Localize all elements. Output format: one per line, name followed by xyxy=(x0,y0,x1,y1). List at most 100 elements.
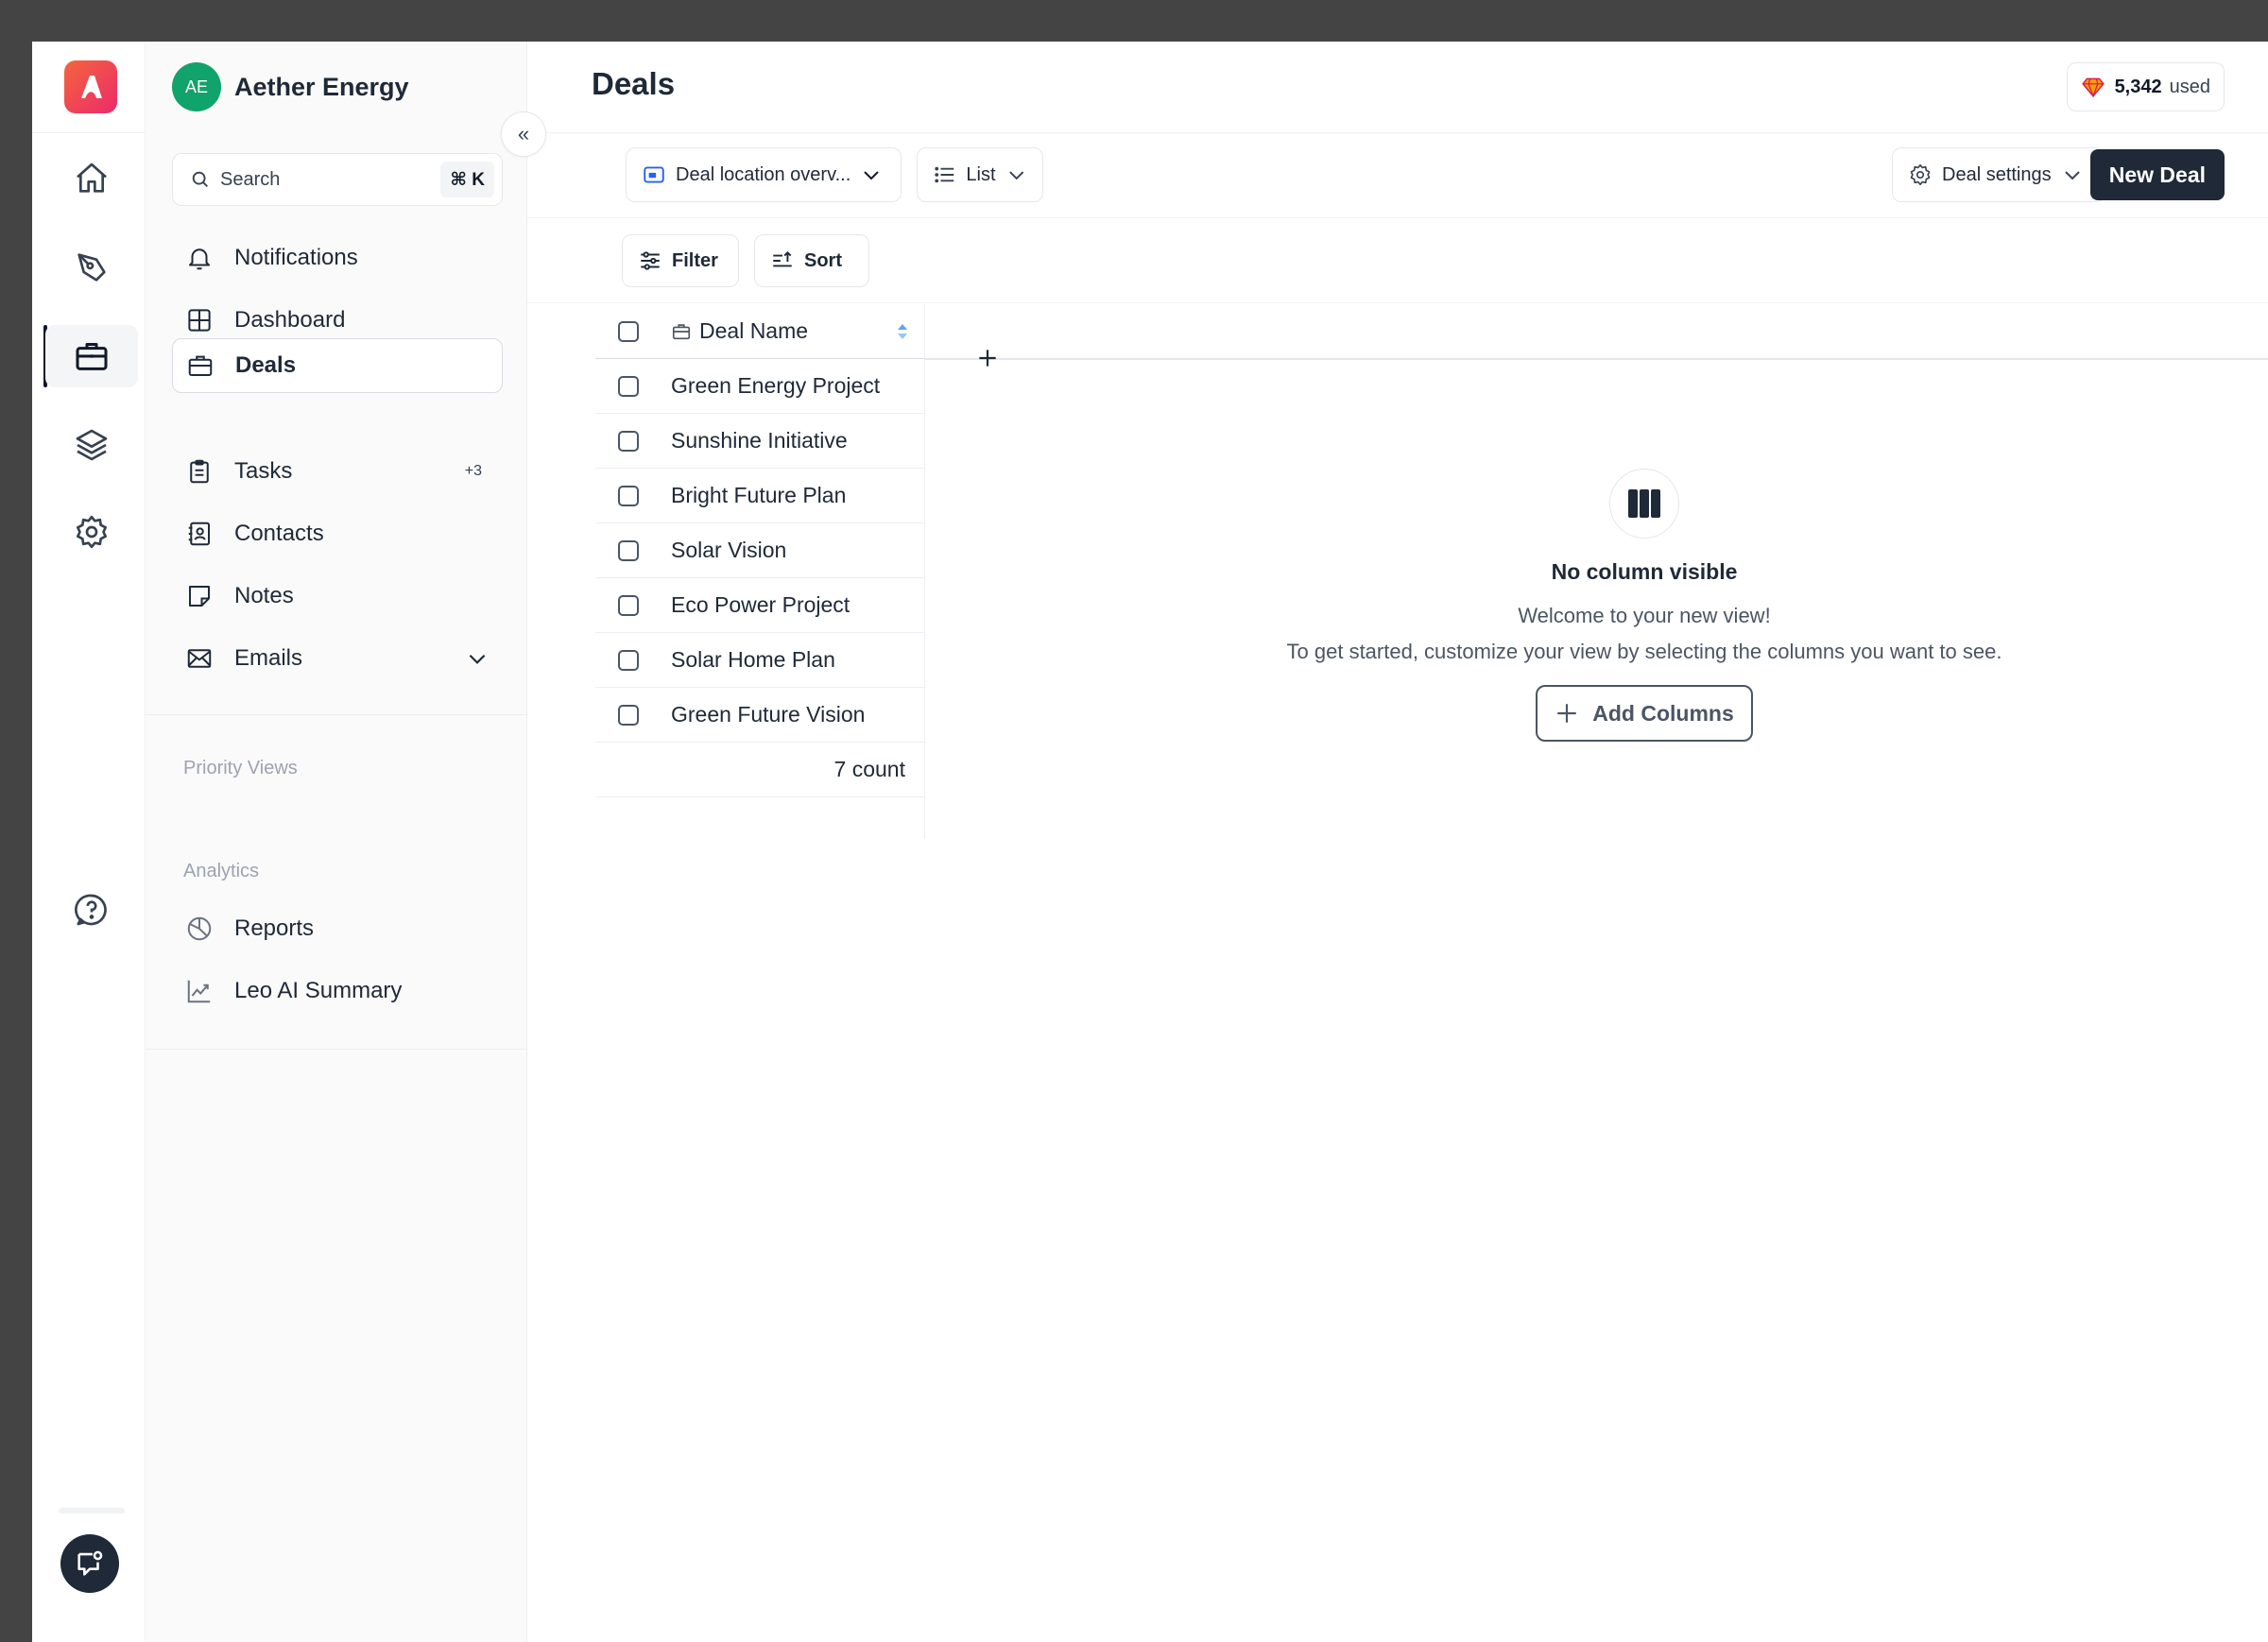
sidebar-divider xyxy=(146,1049,527,1050)
search-icon xyxy=(192,171,208,187)
page-title: Deals xyxy=(592,66,676,101)
sidebar-item-label: Contacts xyxy=(234,521,324,546)
sort-label: Sort xyxy=(804,249,842,271)
chevron-down-icon xyxy=(864,171,879,180)
layers-icon[interactable] xyxy=(45,414,138,476)
sidebar-item-contacts[interactable]: Contacts xyxy=(172,506,503,561)
deal-name-cell[interactable]: Solar Home Plan xyxy=(671,647,835,673)
gem-icon xyxy=(2081,77,2105,98)
row-count-footer: 7 count xyxy=(595,743,924,797)
logo-icon xyxy=(81,76,102,98)
row-checkbox[interactable] xyxy=(618,539,639,561)
row-checkbox[interactable] xyxy=(618,649,639,671)
analytics-heading: Analytics xyxy=(183,861,260,881)
deal-name-cell[interactable]: Bright Future Plan xyxy=(671,483,846,508)
pie-chart-icon xyxy=(187,916,212,941)
row-checkbox[interactable] xyxy=(618,430,639,452)
sidebar-item-label: Tasks xyxy=(234,458,293,484)
trend-chart-icon xyxy=(187,980,211,1003)
deal-settings-label: Deal settings xyxy=(1942,163,2052,185)
empty-state: No column visible Welcome to your new vi… xyxy=(1057,469,2232,742)
workspace-switcher[interactable]: AE Aether Energy xyxy=(172,62,409,111)
briefcase-icon xyxy=(672,323,691,339)
sidebar-item-label: Leo AI Summary xyxy=(234,978,403,1003)
sidebar-item-label: Notes xyxy=(234,583,294,608)
sidebar-item-label: Reports xyxy=(234,915,315,941)
priority-views-heading: Priority Views xyxy=(183,758,298,778)
sidebar-item-label: Deals xyxy=(235,352,297,378)
layout-select-dropdown[interactable]: List xyxy=(917,147,1043,202)
sidebar-item-leo-ai-summary[interactable]: Leo AI Summary xyxy=(172,964,503,1018)
deal-name-cell[interactable]: Eco Power Project xyxy=(671,592,850,618)
sidebar-divider xyxy=(146,714,527,715)
deal-name-cell[interactable]: Sunshine Initiative xyxy=(671,428,848,453)
deal-name-cell[interactable]: Green Energy Project xyxy=(671,373,880,399)
table-row[interactable]: Solar Vision xyxy=(595,523,924,578)
filter-button[interactable]: Filter xyxy=(622,234,739,287)
view-select-dropdown[interactable]: Deal location overv... xyxy=(626,147,902,202)
add-column-plus-icon[interactable] xyxy=(975,346,1000,370)
pen-tool-icon[interactable] xyxy=(45,236,138,299)
row-checkbox[interactable] xyxy=(618,375,639,397)
support-chat-button[interactable] xyxy=(60,1534,119,1593)
sidebar-item-label: Emails xyxy=(234,645,303,671)
tasks-count-badge: +3 xyxy=(464,463,482,479)
credits-usage-badge[interactable]: 5,342 used xyxy=(2066,62,2225,111)
sort-toggle-icon[interactable] xyxy=(896,322,909,341)
layout-select-label: List xyxy=(966,163,996,185)
filter-label: Filter xyxy=(672,249,718,271)
briefcase-icon xyxy=(188,355,213,376)
deal-name-cell[interactable]: Solar Vision xyxy=(671,538,786,563)
sidebar-item-emails[interactable]: Emails xyxy=(172,631,503,686)
sidebar-item-reports[interactable]: Reports xyxy=(172,901,503,956)
workspace-name: Aether Energy xyxy=(234,72,409,101)
sidebar-item-notes[interactable]: Notes xyxy=(172,569,503,624)
search-input[interactable]: Search ⌘ K xyxy=(172,153,503,206)
sidebar-item-tasks[interactable]: Tasks +3 xyxy=(172,444,503,499)
help-chat-icon[interactable] xyxy=(45,879,138,941)
add-columns-label: Add Columns xyxy=(1592,700,1734,726)
sidebar-item-label: Dashboard xyxy=(234,307,346,333)
new-deal-button[interactable]: New Deal xyxy=(2089,149,2225,200)
column-divider xyxy=(924,304,925,839)
sidebar-item-deals[interactable]: Deals xyxy=(172,338,503,393)
credits-value: 5,342 xyxy=(2114,76,2162,97)
row-checkbox[interactable] xyxy=(618,704,639,726)
table-row[interactable]: Green Future Vision xyxy=(595,688,924,743)
main-content: Deals 5,342 used Deal location overv... … xyxy=(527,42,2268,1642)
sort-button[interactable]: Sort xyxy=(754,234,869,287)
mail-icon xyxy=(187,649,212,668)
icon-rail xyxy=(32,42,146,1642)
clipboard-icon xyxy=(190,459,209,484)
deal-name-cell[interactable]: Green Future Vision xyxy=(671,702,865,727)
home-icon[interactable] xyxy=(45,147,138,210)
header-row-divider xyxy=(924,358,2268,360)
app-window: AE Aether Energy « Search ⌘ K Notificati… xyxy=(32,42,2268,1642)
column-header-deal-name[interactable]: Deal Name xyxy=(699,318,808,344)
empty-state-title: No column visible xyxy=(1551,559,1738,584)
app-logo[interactable] xyxy=(64,60,117,113)
briefcase-icon[interactable] xyxy=(45,325,138,387)
table-row[interactable]: Green Energy Project xyxy=(595,359,924,414)
view-select-label: Deal location overv... xyxy=(676,163,851,185)
row-checkbox[interactable] xyxy=(618,485,639,506)
header-divider xyxy=(527,132,2268,133)
deal-settings-dropdown[interactable]: Deal settings xyxy=(1892,147,2105,202)
table-row[interactable]: Solar Home Plan xyxy=(595,633,924,688)
list-icon xyxy=(935,166,954,183)
rail-divider xyxy=(32,132,146,133)
sidebar-item-notifications[interactable]: Notifications xyxy=(172,231,503,285)
row-checkbox[interactable] xyxy=(618,594,639,616)
table-row[interactable]: Sunshine Initiative xyxy=(595,414,924,469)
workspace-avatar: AE xyxy=(172,62,221,111)
settings-gear-icon xyxy=(1910,163,1931,186)
table-row[interactable]: Bright Future Plan xyxy=(595,469,924,523)
collapse-sidebar-button[interactable]: « xyxy=(501,111,546,157)
add-columns-button[interactable]: Add Columns xyxy=(1536,685,1753,742)
select-all-checkbox[interactable] xyxy=(618,320,639,342)
table-row[interactable]: Eco Power Project xyxy=(595,578,924,633)
plus-icon xyxy=(1557,704,1576,723)
settings-gear-icon[interactable] xyxy=(45,501,138,563)
rail-bottom-divider xyxy=(59,1508,125,1514)
chevron-down-icon[interactable] xyxy=(465,646,490,671)
